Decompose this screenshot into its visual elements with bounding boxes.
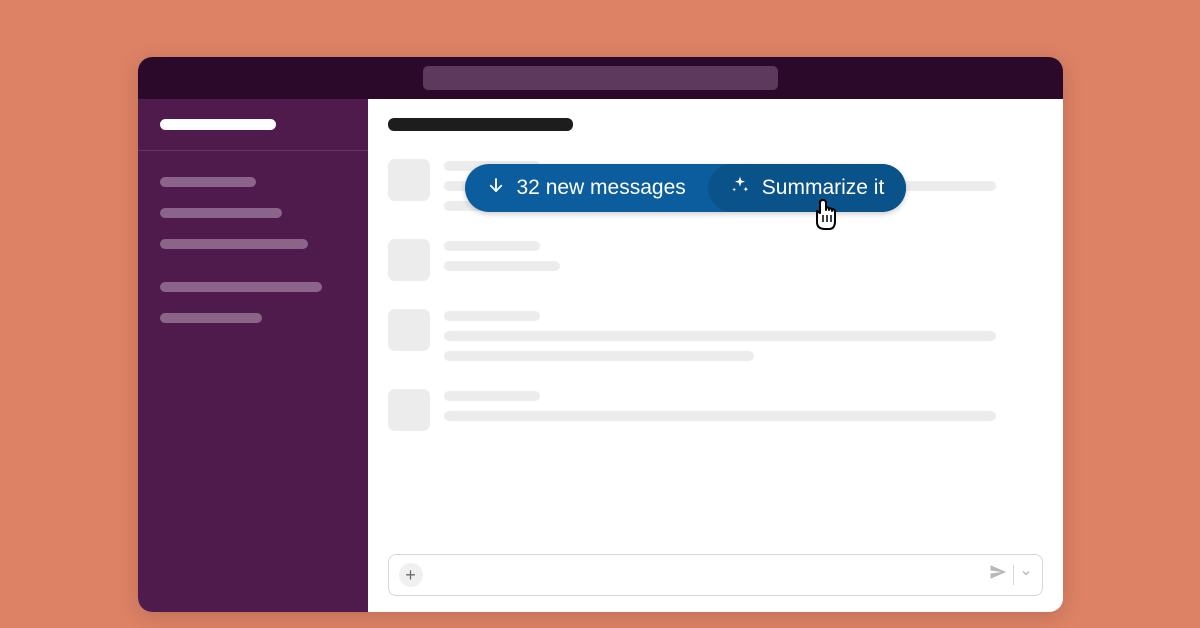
message-item [388, 239, 1043, 281]
send-group [989, 563, 1032, 586]
sidebar-item[interactable] [160, 282, 322, 292]
app-window: + 32 ne [138, 57, 1063, 612]
avatar [388, 239, 430, 281]
avatar [388, 389, 430, 431]
workspace-name [160, 119, 276, 130]
message-body [444, 389, 1043, 431]
message-body [444, 309, 1043, 361]
message-text [444, 261, 560, 271]
channel-list [138, 151, 368, 349]
divider [1013, 565, 1014, 585]
main-panel: + 32 ne [368, 99, 1063, 612]
channel-title [388, 118, 573, 131]
app-body: + 32 ne [138, 99, 1063, 612]
message-author [444, 241, 540, 251]
message-item [388, 389, 1043, 431]
titlebar [138, 57, 1063, 99]
new-messages-pill: 32 new messages 3 Summarize it [465, 164, 907, 212]
message-text [444, 411, 996, 421]
message-body [444, 239, 1043, 281]
new-messages-label: 32 new messages [517, 176, 686, 200]
sidebar-item[interactable] [160, 208, 282, 218]
sidebar-item[interactable] [160, 239, 308, 249]
sidebar [138, 99, 368, 612]
sidebar-item[interactable] [160, 177, 256, 187]
message-composer: + [388, 554, 1043, 596]
send-icon[interactable] [989, 563, 1007, 586]
message-author [444, 391, 540, 401]
arrow-down-icon [487, 176, 505, 200]
avatar [388, 159, 430, 201]
message-text [444, 331, 996, 341]
jump-to-new-button[interactable]: 32 new messages [465, 164, 708, 212]
sidebar-item[interactable] [160, 313, 262, 323]
channel-header [368, 99, 1063, 151]
message-item [388, 309, 1043, 361]
message-text [444, 351, 754, 361]
attach-button[interactable]: + [399, 563, 423, 587]
summarize-button[interactable]: 3 Summarize it [708, 164, 907, 212]
search-input[interactable] [423, 66, 778, 90]
sparkle-icon: 3 [730, 175, 750, 201]
message-author [444, 311, 540, 321]
workspace-header[interactable] [138, 99, 368, 151]
summarize-label: Summarize it [762, 176, 885, 200]
plus-icon: + [405, 566, 416, 584]
avatar [388, 309, 430, 351]
composer-input[interactable] [433, 565, 979, 585]
chevron-down-icon[interactable] [1020, 566, 1032, 584]
